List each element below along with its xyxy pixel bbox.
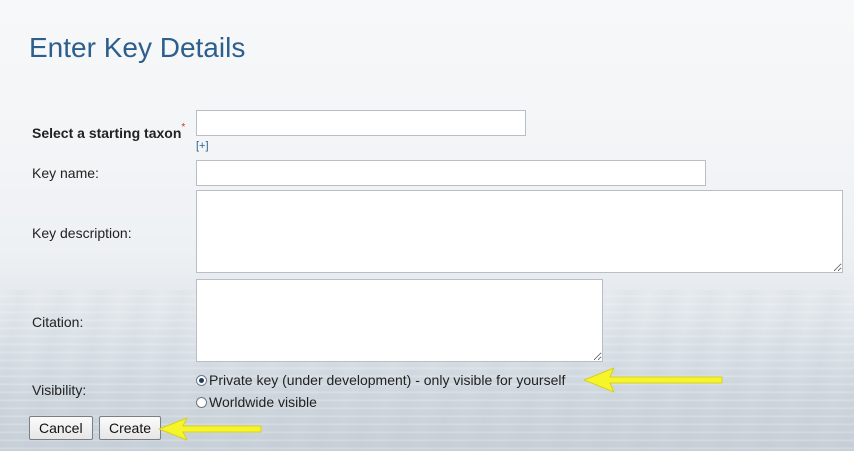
visibility-option-worldwide[interactable]: Worldwide visible [196, 394, 317, 410]
private-radio[interactable] [196, 374, 207, 386]
worldwide-radio-label: Worldwide visible [209, 394, 317, 410]
private-radio-label: Private key (under development) - only v… [209, 372, 566, 388]
starting-taxon-input[interactable] [196, 110, 526, 136]
starting-taxon-label: Select a starting taxon* [32, 122, 186, 141]
visibility-option-private[interactable]: Private key (under development) - only v… [196, 372, 565, 388]
create-button[interactable]: Create [99, 416, 162, 440]
required-mark: * [181, 122, 186, 133]
citation-label: Citation: [32, 314, 84, 330]
cancel-button[interactable]: Cancel [29, 416, 93, 440]
worldwide-radio[interactable] [196, 396, 207, 408]
citation-textarea[interactable] [196, 279, 603, 362]
annotation-arrow-icon [583, 367, 723, 393]
expand-taxon-link[interactable]: [+] [196, 140, 209, 152]
key-name-input[interactable] [196, 160, 706, 186]
visibility-label: Visibility: [32, 382, 87, 398]
annotation-arrow-icon [158, 417, 262, 441]
key-description-textarea[interactable] [196, 190, 843, 273]
page-title: Enter Key Details [29, 32, 246, 63]
key-name-label: Key name: [32, 165, 99, 181]
key-description-label: Key description: [32, 225, 132, 241]
